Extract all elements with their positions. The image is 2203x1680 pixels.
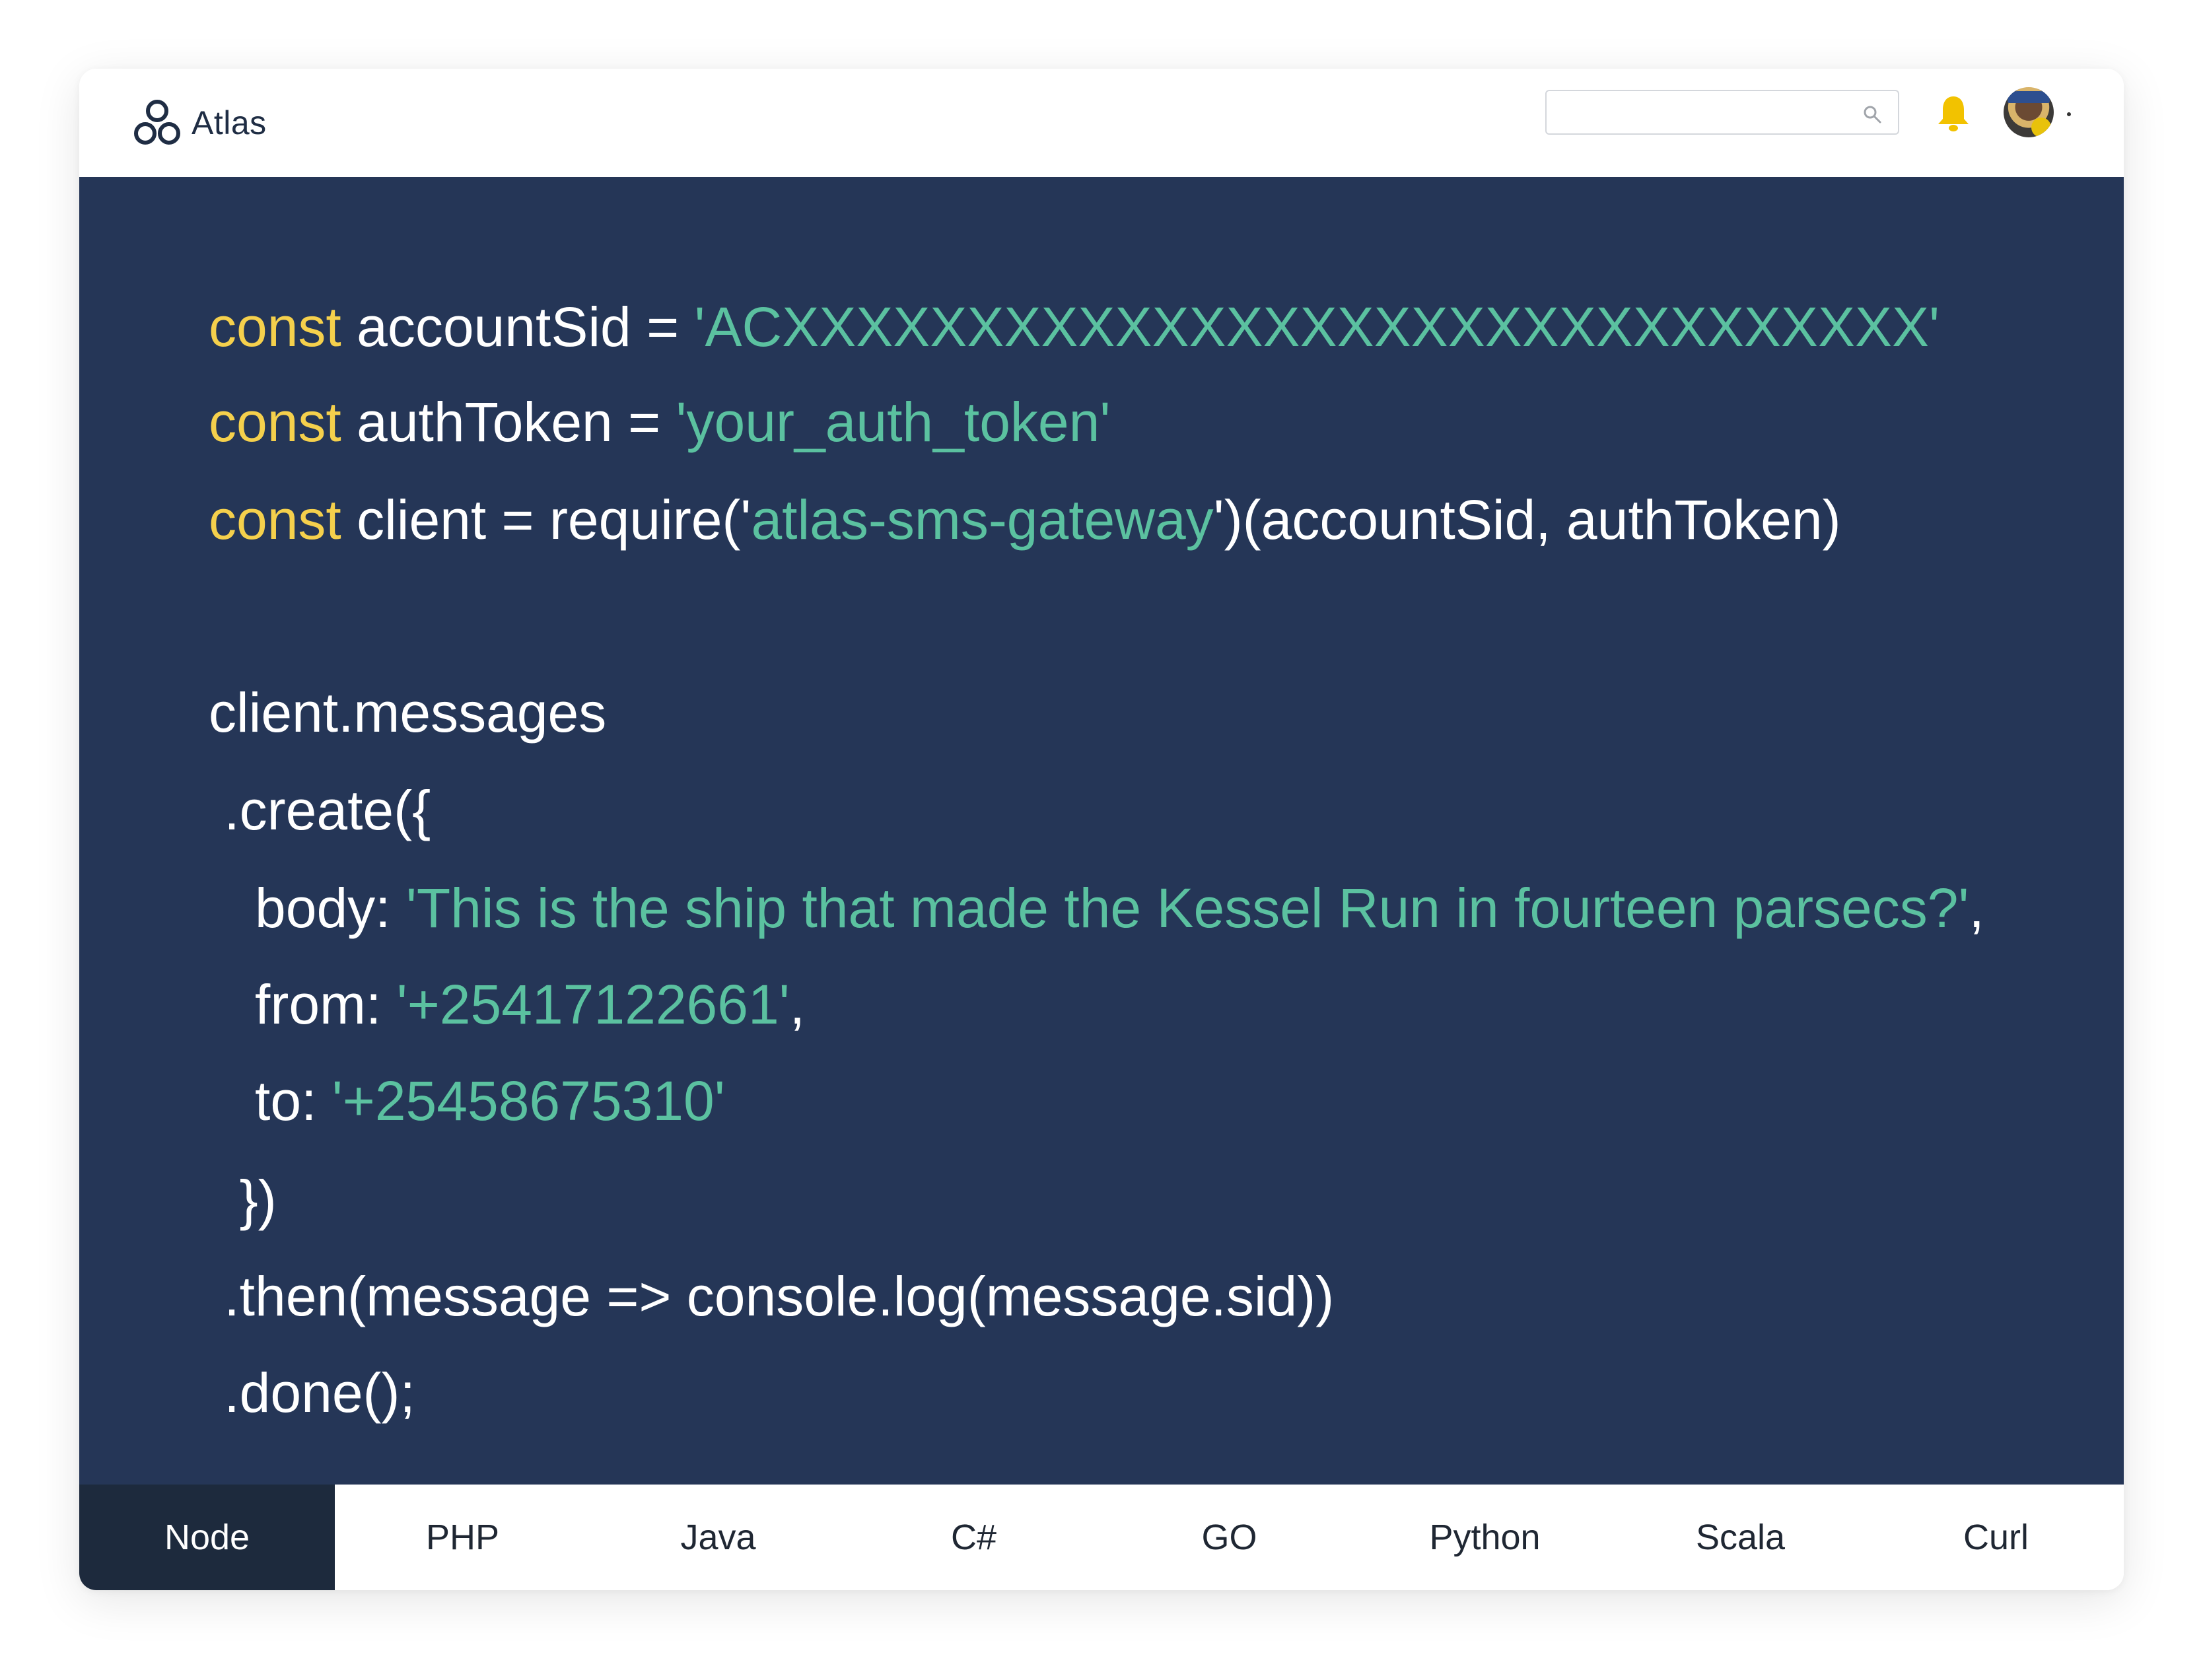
code-string: 'This is the ship that made the Kessel R…: [405, 877, 1969, 939]
code-text: .create({: [209, 779, 431, 841]
code-line-3: const client = require('atlas-sms-gatewa…: [209, 483, 1841, 556]
code-string: '+25458675310': [332, 1070, 725, 1132]
code-line-9: }): [209, 1164, 277, 1236]
code-text: ')(accountSid, authToken): [1213, 489, 1841, 551]
code-line-10: .then(message => console.log(message.sid…: [209, 1260, 1334, 1333]
tab-scala[interactable]: Scala: [1613, 1485, 1868, 1590]
language-tabs: Node PHP Java C# GO Python Scala Curl: [79, 1485, 2124, 1590]
code-string: 'ACXXXXXXXXXXXXXXXXXXXXXXXXXXXXXXX': [694, 296, 1940, 358]
code-block: const accountSid = 'ACXXXXXXXXXXXXXXXXXX…: [79, 177, 2124, 1485]
search-box[interactable]: [1545, 90, 1899, 135]
code-line-11: .done();: [209, 1356, 415, 1429]
user-avatar[interactable]: [2004, 87, 2054, 137]
code-line-6: body: 'This is the ship that made the Ke…: [209, 872, 1984, 944]
app-name: Atlas: [192, 104, 267, 141]
code-text: body:: [209, 877, 406, 939]
tab-curl[interactable]: Curl: [1868, 1485, 2124, 1590]
code-line-1: const accountSid = 'ACXXXXXXXXXXXXXXXXXX…: [209, 291, 1940, 363]
tab-php[interactable]: PHP: [335, 1485, 590, 1590]
code-text: authToken =: [341, 391, 676, 453]
tab-node[interactable]: Node: [79, 1485, 335, 1590]
avatar-headwrap: [2008, 91, 2050, 103]
atlas-logo-icon: [134, 100, 180, 145]
tab-python[interactable]: Python: [1357, 1485, 1613, 1590]
code-string: 'your_auth_token': [676, 391, 1111, 453]
code-line-8: to: '+25458675310': [209, 1065, 725, 1137]
bell-icon[interactable]: [1935, 94, 1972, 133]
code-text: }): [209, 1169, 277, 1231]
code-text: to:: [209, 1070, 332, 1132]
code-line-5: .create({: [209, 774, 431, 847]
code-line-2: const authToken = 'your_auth_token': [209, 386, 1110, 458]
code-text: .done();: [209, 1362, 415, 1424]
code-string: '+25417122661': [396, 973, 790, 1035]
code-text: .then(message => console.log(message.sid…: [209, 1265, 1335, 1327]
code-sample-card: Atlas const accountSid = 'ACXXXXXXXXXXXX…: [79, 69, 2124, 1590]
avatar-accent: [2031, 118, 2051, 137]
code-text: ,: [1969, 877, 1984, 939]
tab-csharp[interactable]: C#: [846, 1485, 1102, 1590]
code-text: client.messages: [209, 682, 607, 744]
code-keyword: const: [209, 489, 341, 551]
code-line-4: client.messages: [209, 676, 606, 749]
code-text: client = require(': [341, 489, 752, 551]
tab-java[interactable]: Java: [590, 1485, 846, 1590]
account-menu-dot-icon[interactable]: [2067, 112, 2071, 116]
search-icon[interactable]: [1862, 104, 1882, 124]
search-input[interactable]: [1556, 95, 1842, 131]
code-text: accountSid =: [341, 296, 695, 358]
code-keyword: const: [209, 391, 341, 453]
code-text: ,: [789, 973, 806, 1035]
code-keyword: const: [209, 296, 341, 358]
code-text: from:: [209, 973, 397, 1035]
code-line-7: from: '+25417122661',: [209, 968, 805, 1041]
tab-go[interactable]: GO: [1102, 1485, 1357, 1590]
code-string: atlas-sms-gateway: [751, 489, 1214, 551]
top-bar: Atlas: [79, 69, 2124, 177]
app-logo[interactable]: Atlas: [132, 90, 267, 156]
